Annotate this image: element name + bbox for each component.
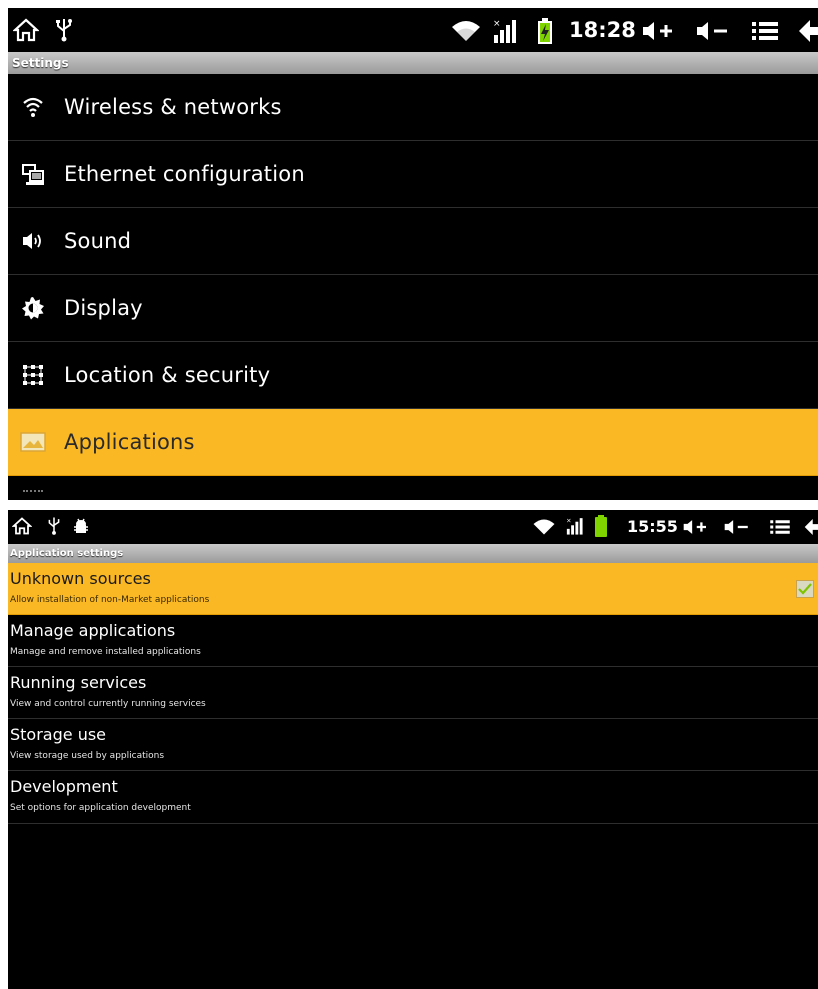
svg-text:×: × (493, 19, 501, 29)
setting-title: Development (10, 777, 118, 796)
setting-subtitle: Allow installation of non-Market applica… (10, 595, 210, 605)
svg-text:×: × (566, 516, 571, 524)
settings-screenshot: × 18:28 Settings Wireless & networks Eth… (8, 8, 818, 500)
wifi-icon (531, 516, 557, 538)
menu-item-display[interactable]: Display (8, 275, 818, 342)
setting-title: Manage applications (10, 621, 176, 640)
setting-unknown-sources[interactable]: Unknown sources Allow installation of no… (8, 563, 818, 615)
menu-icon[interactable] (768, 516, 792, 538)
unknown-sources-checkbox[interactable] (796, 580, 814, 598)
setting-title: Running services (10, 673, 147, 692)
clock: 15:55 (627, 517, 678, 536)
menu-item-label: Location & security (64, 363, 271, 387)
ethernet-icon (19, 160, 47, 188)
setting-subtitle: Set options for application development (10, 803, 191, 813)
setting-manage-applications[interactable]: Manage applications Manage and remove in… (8, 615, 818, 667)
usb-icon (54, 17, 74, 43)
android-debug-icon (72, 516, 90, 536)
menu-item-label: Applications (64, 430, 195, 454)
volume-down-icon[interactable] (722, 516, 752, 538)
speaker-icon (19, 227, 47, 255)
setting-storage-use[interactable]: Storage use View storage used by applica… (8, 719, 818, 771)
status-bar: × 18:28 (8, 8, 818, 52)
setting-subtitle: View storage used by applications (10, 751, 165, 761)
menu-item-label: Wireless & networks (64, 95, 282, 119)
menu-icon[interactable] (750, 18, 780, 44)
signal-icon: × (491, 17, 517, 45)
back-icon[interactable] (804, 516, 818, 538)
brightness-icon (19, 294, 47, 322)
setting-title: Storage use (10, 725, 107, 744)
volume-up-icon[interactable] (681, 516, 711, 538)
menu-item-wireless-networks[interactable]: Wireless & networks (8, 74, 818, 141)
grid-lock-icon (19, 361, 47, 389)
usb-icon (46, 515, 62, 537)
menu-item-label: Ethernet configuration (64, 162, 305, 186)
menu-item-sound[interactable]: Sound (8, 208, 818, 275)
menu-item-applications[interactable]: Applications (8, 409, 818, 476)
setting-title: Unknown sources (10, 569, 151, 588)
setting-running-services[interactable]: Running services View and control curren… (8, 667, 818, 719)
page-title: Settings (8, 52, 818, 74)
home-icon[interactable] (12, 17, 40, 43)
status-bar: × 15:55 (8, 510, 818, 544)
clock: 18:28 (569, 18, 636, 42)
volume-down-icon[interactable] (694, 17, 732, 45)
home-icon[interactable] (11, 516, 33, 536)
setting-development[interactable]: Development Set options for application … (8, 771, 818, 824)
menu-item-location-security[interactable]: Location & security (8, 342, 818, 409)
application-settings-screenshot: × 15:55 Application settings Unknown sou… (8, 510, 818, 989)
wifi-icon (19, 93, 47, 121)
partial-next-item (8, 476, 818, 500)
partial-item-icon (23, 490, 43, 495)
battery-icon (594, 514, 608, 538)
menu-item-label: Sound (64, 229, 132, 253)
setting-subtitle: Manage and remove installed applications (10, 647, 201, 657)
menu-item-label: Display (64, 296, 143, 320)
checkmark-icon (798, 583, 812, 595)
volume-up-icon[interactable] (640, 17, 678, 45)
menu-item-ethernet-configuration[interactable]: Ethernet configuration (8, 141, 818, 208)
page-title: Application settings (8, 544, 818, 563)
setting-subtitle: View and control currently running servi… (10, 699, 206, 709)
signal-icon: × (564, 515, 584, 537)
back-icon[interactable] (798, 18, 818, 44)
battery-charging-icon (536, 16, 554, 46)
wifi-icon (449, 18, 483, 44)
applications-icon (19, 428, 47, 456)
